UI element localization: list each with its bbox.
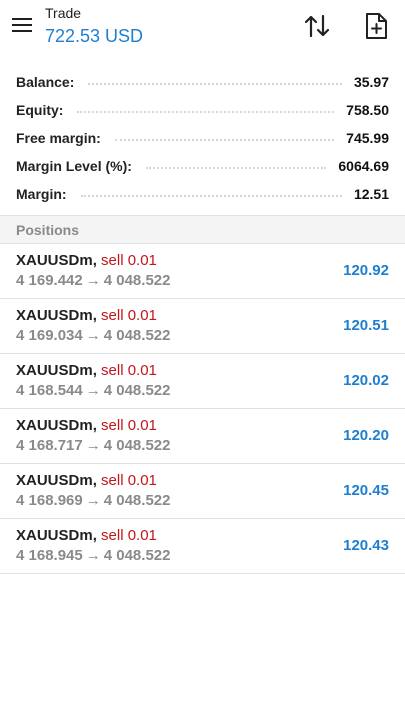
position-profit: 120.02 — [343, 372, 389, 389]
position-title: XAUUSDm, sell 0.01 — [16, 472, 157, 489]
arrow-right-icon: → — [85, 492, 101, 509]
separator: , — [92, 252, 102, 269]
account-label: Margin Level (%): — [16, 158, 138, 174]
arrow-right-icon: → — [85, 382, 101, 399]
account-row-equity: Equity: 758.50 — [0, 96, 405, 124]
arrow-right-icon: → — [85, 272, 101, 289]
app-header: Trade 722.53 USD — [0, 0, 405, 58]
account-label: Margin: — [16, 186, 73, 202]
account-value: 758.50 — [342, 102, 389, 118]
position-symbol: XAUUSDm — [16, 307, 93, 324]
account-value: 745.99 — [342, 130, 389, 146]
position-title: XAUUSDm, sell 0.01 — [16, 252, 157, 269]
new-document-icon[interactable] — [362, 12, 390, 40]
position-prices: 4 169.442 → 4 048.522 — [16, 272, 170, 289]
position-prices: 4 168.969 → 4 048.522 — [16, 492, 170, 509]
open-price: 4 168.945 — [16, 547, 83, 564]
dotted-leader — [114, 139, 335, 141]
position-action: sell 0.01 — [101, 527, 157, 544]
dotted-leader — [80, 195, 342, 197]
position-symbol: XAUUSDm — [16, 472, 93, 489]
account-value: 12.51 — [349, 186, 389, 202]
menu-icon[interactable] — [10, 14, 36, 36]
position-symbol: XAUUSDm — [16, 252, 93, 269]
position-row[interactable]: XAUUSDm, sell 0.01 4 168.945 → 4 048.522 1… — [0, 519, 405, 574]
position-row[interactable]: XAUUSDm, sell 0.01 4 169.442 → 4 048.522 1… — [0, 244, 405, 299]
position-prices: 4 168.717 → 4 048.522 — [16, 437, 170, 454]
positions-list: XAUUSDm, sell 0.01 4 169.442 → 4 048.522 1… — [0, 244, 405, 574]
position-profit: 120.43 — [343, 537, 389, 554]
position-profit: 120.20 — [343, 427, 389, 444]
current-price: 4 048.522 — [103, 327, 171, 344]
arrow-right-icon: → — [85, 437, 101, 454]
separator: , — [92, 307, 102, 324]
account-row-free-margin: Free margin: 745.99 — [0, 124, 405, 152]
separator: , — [92, 417, 102, 434]
positions-section-header: Positions — [0, 216, 405, 244]
position-action: sell 0.01 — [101, 362, 157, 379]
position-row[interactable]: XAUUSDm, sell 0.01 4 168.544 → 4 048.522 1… — [0, 354, 405, 409]
account-value: 35.97 — [349, 74, 389, 90]
account-label: Balance: — [16, 74, 81, 90]
position-action: sell 0.01 — [101, 417, 157, 434]
position-symbol: XAUUSDm — [16, 417, 93, 434]
separator: , — [92, 472, 102, 489]
position-profit: 120.45 — [343, 482, 389, 499]
current-price: 4 048.522 — [103, 547, 171, 564]
account-summary: Balance: 35.97 Equity: 758.50 Free margi… — [0, 58, 405, 216]
open-price: 4 168.717 — [16, 437, 83, 454]
current-price: 4 048.522 — [103, 382, 171, 399]
open-price: 4 169.034 — [16, 327, 83, 344]
position-symbol: XAUUSDm — [16, 362, 93, 379]
account-row-margin: Margin: 12.51 — [0, 180, 405, 208]
position-action: sell 0.01 — [101, 252, 157, 269]
account-value: 6064.69 — [334, 158, 389, 174]
section-title: Positions — [16, 221, 80, 238]
position-profit: 120.51 — [343, 317, 389, 334]
page-title: Trade — [45, 5, 82, 21]
current-price: 4 048.522 — [103, 272, 171, 289]
equity-subtitle: 722.53 USD — [45, 26, 144, 46]
position-symbol: XAUUSDm — [16, 527, 93, 544]
position-prices: 4 169.034 → 4 048.522 — [16, 327, 170, 344]
account-row-balance: Balance: 35.97 — [0, 68, 405, 96]
position-prices: 4 168.544 → 4 048.522 — [16, 382, 170, 399]
position-title: XAUUSDm, sell 0.01 — [16, 527, 157, 544]
separator: , — [92, 362, 102, 379]
position-title: XAUUSDm, sell 0.01 — [16, 417, 157, 434]
open-price: 4 168.969 — [16, 492, 83, 509]
position-row[interactable]: XAUUSDm, sell 0.01 4 168.717 → 4 048.522 1… — [0, 409, 405, 464]
account-row-margin-level: Margin Level (%): 6064.69 — [0, 152, 405, 180]
position-title: XAUUSDm, sell 0.01 — [16, 307, 157, 324]
dotted-leader — [77, 111, 335, 113]
dotted-leader — [145, 167, 327, 169]
account-label: Free margin: — [16, 130, 107, 146]
arrow-right-icon: → — [85, 327, 101, 344]
position-prices: 4 168.945 → 4 048.522 — [16, 547, 170, 564]
sort-arrows-icon[interactable] — [302, 12, 332, 40]
position-row[interactable]: XAUUSDm, sell 0.01 4 168.969 → 4 048.522 1… — [0, 464, 405, 519]
dotted-leader — [88, 83, 342, 85]
current-price: 4 048.522 — [103, 437, 171, 454]
position-row[interactable]: XAUUSDm, sell 0.01 4 169.034 → 4 048.522 1… — [0, 299, 405, 354]
position-action: sell 0.01 — [101, 307, 157, 324]
position-profit: 120.92 — [343, 262, 389, 279]
account-label: Equity: — [16, 102, 70, 118]
position-title: XAUUSDm, sell 0.01 — [16, 362, 157, 379]
open-price: 4 169.442 — [16, 272, 83, 289]
open-price: 4 168.544 — [16, 382, 83, 399]
current-price: 4 048.522 — [103, 492, 171, 509]
separator: , — [92, 527, 102, 544]
position-action: sell 0.01 — [101, 472, 157, 489]
arrow-right-icon: → — [85, 547, 101, 564]
